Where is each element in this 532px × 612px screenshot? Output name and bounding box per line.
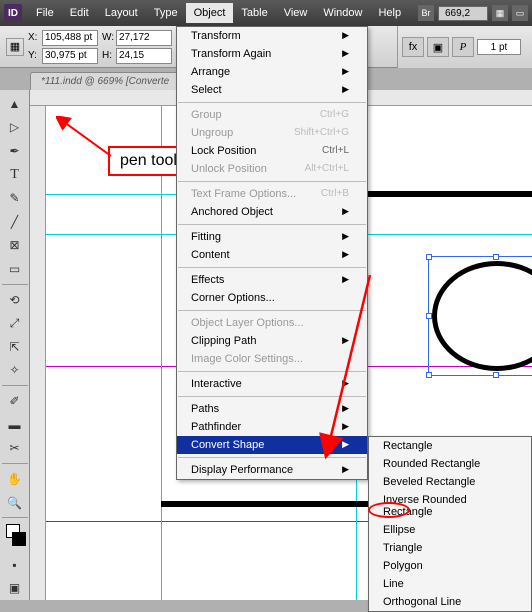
pen-tool[interactable]: ✒ [2, 140, 28, 162]
object-menu: Transform▶Transform Again▶Arrange▶Select… [176, 26, 368, 480]
bridge-icon[interactable]: Br [418, 5, 434, 21]
fill-stroke-swatch[interactable] [2, 522, 28, 551]
view-icon[interactable]: ▦ [492, 5, 508, 21]
menu-item-paths[interactable]: Paths▶ [177, 400, 367, 418]
menu-separator [178, 396, 366, 397]
menu-item-anchored-object[interactable]: Anchored Object▶ [177, 203, 367, 221]
rotate-tool[interactable]: ⟲ [2, 289, 28, 311]
h-label: H: [102, 50, 114, 61]
menu-separator [178, 371, 366, 372]
w-input[interactable] [116, 30, 172, 46]
scale-tool[interactable]: ⤢ [2, 312, 28, 334]
menubar: FileEditLayoutTypeObjectTableViewWindowH… [28, 3, 409, 23]
menu-separator [178, 102, 366, 103]
submenu-item-triangle[interactable]: Triangle [369, 539, 531, 557]
separator [2, 463, 28, 464]
shear-tool[interactable]: ⇱ [2, 336, 28, 358]
submenu-item-polygon[interactable]: Polygon [369, 557, 531, 575]
screen-icon[interactable]: ▭ [512, 5, 528, 21]
menu-item-convert-shape[interactable]: Convert Shape▶ [177, 436, 367, 454]
menu-item-image-color-settings-: Image Color Settings... [177, 350, 367, 368]
submenu-item-inverse-rounded-rectangle[interactable]: Inverse Rounded Rectangle [369, 491, 531, 521]
view-mode-icon[interactable]: ▣ [2, 577, 28, 599]
menu-separator [178, 267, 366, 268]
free-transform-tool[interactable]: ✧ [2, 360, 28, 382]
zoom-field[interactable] [438, 6, 488, 21]
menu-item-lock-position[interactable]: Lock PositionCtrl+L [177, 142, 367, 160]
ref-point-icon[interactable]: ▦ [6, 38, 24, 56]
eyedropper-tool[interactable]: ✐ [2, 390, 28, 412]
menu-item-display-performance[interactable]: Display Performance▶ [177, 461, 367, 479]
menu-help[interactable]: Help [370, 3, 409, 23]
menu-item-effects[interactable]: Effects▶ [177, 271, 367, 289]
menu-file[interactable]: File [28, 3, 62, 23]
line-tool[interactable]: ╱ [2, 211, 28, 233]
gradient-tool[interactable]: ▬ [2, 414, 28, 436]
menu-object[interactable]: Object [186, 3, 234, 23]
h-input[interactable] [116, 48, 172, 64]
submenu-item-orthogonal-line[interactable]: Orthogonal Line [369, 593, 531, 611]
pencil-tool[interactable]: ✎ [2, 187, 28, 209]
menu-item-interactive[interactable]: Interactive▶ [177, 375, 367, 393]
toolbox: ▲ ▷ ✒ T ✎ ╱ ⊠ ▭ ⟲ ⤢ ⇱ ✧ ✐ ▬ ✂ ✋ 🔍 ▪ ▣ [0, 90, 30, 600]
menu-item-ungroup: UngroupShift+Ctrl+G [177, 124, 367, 142]
menu-type[interactable]: Type [146, 3, 186, 23]
submenu-item-ellipse[interactable]: Ellipse [369, 521, 531, 539]
rectangle-frame-tool[interactable]: ⊠ [2, 235, 28, 257]
menu-item-clipping-path[interactable]: Clipping Path▶ [177, 332, 367, 350]
type-tool[interactable]: T [2, 164, 28, 186]
submenu-item-beveled-rectangle[interactable]: Beveled Rectangle [369, 473, 531, 491]
menu-item-transform[interactable]: Transform▶ [177, 27, 367, 45]
menu-item-corner-options-[interactable]: Corner Options... [177, 289, 367, 307]
zoom-tool[interactable]: 🔍 [2, 492, 28, 514]
menu-separator [178, 310, 366, 311]
submenu-item-rounded-rectangle[interactable]: Rounded Rectangle [369, 455, 531, 473]
menu-item-group: GroupCtrl+G [177, 106, 367, 124]
menu-view[interactable]: View [276, 3, 316, 23]
titlebar: ID FileEditLayoutTypeObjectTableViewWind… [0, 0, 532, 26]
menu-item-pathfinder[interactable]: Pathfinder▶ [177, 418, 367, 436]
paragraph-style-icon[interactable]: P [452, 37, 474, 57]
hand-tool[interactable]: ✋ [2, 468, 28, 490]
ruler-vertical [30, 106, 46, 600]
menu-separator [178, 457, 366, 458]
selection-box [428, 256, 532, 376]
document-tab[interactable]: *111.indd @ 669% [Converte [30, 72, 180, 90]
right-panel: fx ▣ P [397, 26, 532, 68]
submenu-item-rectangle[interactable]: Rectangle [369, 437, 531, 455]
convert-shape-submenu: RectangleRounded RectangleBeveled Rectan… [368, 436, 532, 612]
menu-table[interactable]: Table [233, 3, 275, 23]
menu-item-content[interactable]: Content▶ [177, 246, 367, 264]
selection-tool[interactable]: ▲ [2, 93, 28, 115]
menu-layout[interactable]: Layout [97, 3, 146, 23]
menu-item-text-frame-options-: Text Frame Options...Ctrl+B [177, 185, 367, 203]
submenu-item-line[interactable]: Line [369, 575, 531, 593]
y-input[interactable] [42, 48, 98, 64]
y-label: Y: [28, 50, 40, 61]
menu-separator [178, 224, 366, 225]
rectangle-tool[interactable]: ▭ [2, 258, 28, 280]
separator [2, 385, 28, 386]
menu-edit[interactable]: Edit [62, 3, 97, 23]
direct-selection-tool[interactable]: ▷ [2, 117, 28, 139]
x-input[interactable] [42, 30, 98, 46]
menu-window[interactable]: Window [315, 3, 370, 23]
menu-item-fitting[interactable]: Fitting▶ [177, 228, 367, 246]
app-icon: ID [4, 4, 22, 22]
apply-color-icon[interactable]: ▪ [2, 554, 28, 576]
scissors-tool[interactable]: ✂ [2, 438, 28, 460]
separator [2, 284, 28, 285]
menu-separator [178, 181, 366, 182]
menu-item-select[interactable]: Select▶ [177, 81, 367, 99]
menu-item-transform-again[interactable]: Transform Again▶ [177, 45, 367, 63]
separator [2, 517, 28, 518]
wrap-icon[interactable]: ▣ [427, 37, 449, 57]
fx-icon[interactable]: fx [402, 37, 424, 57]
x-label: X: [28, 32, 40, 43]
menu-item-arrange[interactable]: Arrange▶ [177, 63, 367, 81]
menu-item-unlock-position: Unlock PositionAlt+Ctrl+L [177, 160, 367, 178]
w-label: W: [102, 32, 114, 43]
stroke-weight-input[interactable] [477, 39, 521, 55]
menu-item-object-layer-options-: Object Layer Options... [177, 314, 367, 332]
